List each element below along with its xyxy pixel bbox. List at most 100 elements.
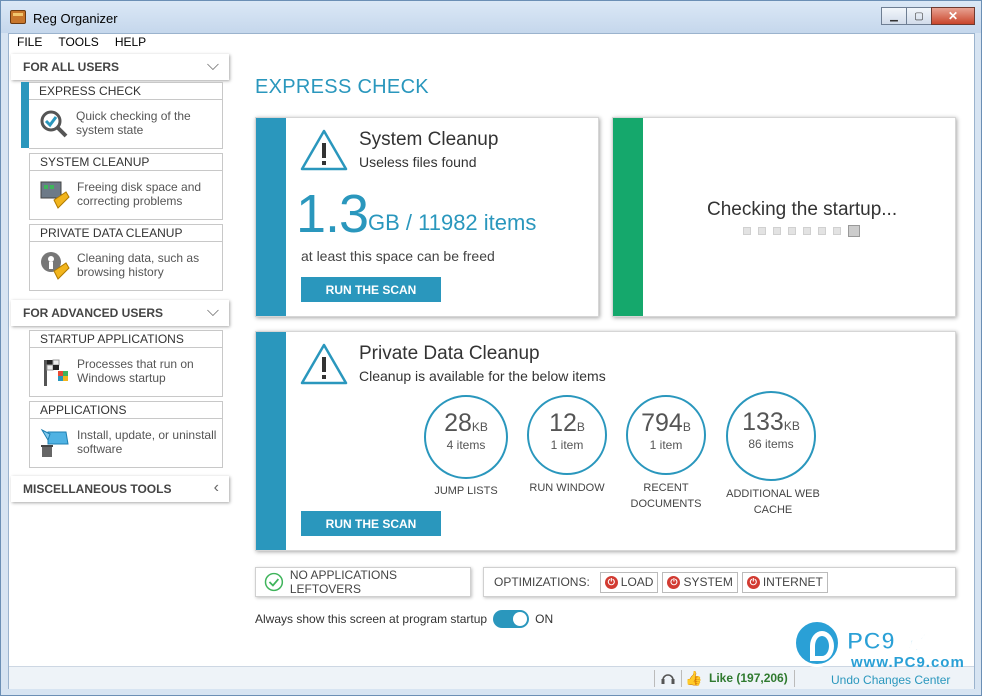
optimizations-bar: OPTIMIZATIONS: ⏻ LOAD ⏻ SYSTEM ⏻ INTERNET <box>483 567 956 597</box>
startup-toggle[interactable] <box>493 610 530 628</box>
headset-icon[interactable] <box>660 671 676 686</box>
sidebar: FOR ALL USERS ⌵ EXPRESS CHECK Quick chec… <box>9 52 249 652</box>
menu-file[interactable]: FILE <box>9 34 50 52</box>
item-count: 1 item <box>649 438 683 452</box>
broom-icon <box>40 181 70 209</box>
optimization-system-button[interactable]: ⏻ SYSTEM <box>662 571 738 593</box>
item-description: Processes that run on Windows startup <box>77 357 194 385</box>
divider <box>681 670 682 687</box>
item-description: Cleaning data, such as browsing history <box>77 251 200 279</box>
sidebar-item-private-data[interactable]: PRIVATE DATA CLEANUP Cleaning data, such… <box>29 224 223 291</box>
item-description: Freeing disk space and correcting proble… <box>77 180 202 208</box>
card-subheading: Useless files found <box>359 154 477 170</box>
watermark-text: PC9软件园 <box>847 628 969 656</box>
size-details: GB / 11982 items <box>368 210 537 235</box>
window-title: Reg Organizer <box>33 11 118 26</box>
magnifier-check-icon <box>40 110 68 138</box>
power-icon: ⏻ <box>667 575 681 589</box>
sidebar-item-applications[interactable]: APPLICATIONS Install, update, or uninsta… <box>29 401 223 468</box>
chevron-down-icon: ⌵ <box>206 57 219 74</box>
item-count: 4 items <box>446 438 486 452</box>
section-misc-tools[interactable]: MISCELLANEOUS TOOLS ‹ <box>11 476 229 502</box>
startup-check-card: Checking the startup... <box>612 117 956 317</box>
menu-bar: FILE TOOLS HELP <box>9 34 974 52</box>
active-indicator <box>21 82 29 148</box>
box-trash-icon <box>40 428 69 457</box>
window-controls: ▁ ▢ ✕ <box>881 7 975 25</box>
system-run-scan-button[interactable]: RUN THE SCAN <box>301 277 441 302</box>
chevron-down-icon: ⌵ <box>206 303 219 320</box>
power-icon: ⏻ <box>746 575 760 589</box>
item-description: Install, update, or uninstall software <box>77 428 217 456</box>
optimization-load-button[interactable]: ⏻ LOAD <box>599 571 659 593</box>
item-description: Quick checking of the system state <box>76 109 191 137</box>
section-label: MISCELLANEOUS TOOLS <box>23 482 172 496</box>
card-stripe <box>256 118 286 316</box>
leftovers-text: NO APPLICATIONS LEFTOVERS <box>289 568 397 596</box>
toggle-state: ON <box>535 612 554 626</box>
item-title: STARTUP APPLICATIONS <box>30 331 222 348</box>
sidebar-item-startup-applications[interactable]: STARTUP APPLICATIONS Processes that run … <box>29 330 223 397</box>
thumbs-up-icon: 👍 <box>685 670 703 686</box>
item-title: PRIVATE DATA CLEANUP <box>30 225 222 242</box>
watermark-url: www.PC9.com <box>851 654 965 671</box>
value: 794 <box>641 409 683 437</box>
divider <box>654 670 655 687</box>
space-note: at least this space can be freed <box>301 248 495 264</box>
card-heading: System Cleanup <box>359 129 499 150</box>
run-window-circle: 12B 1 item <box>527 395 607 475</box>
unit: KB <box>783 419 800 433</box>
progress-dots <box>743 225 867 237</box>
item-title: APPLICATIONS <box>30 402 222 419</box>
unit: B <box>682 420 691 434</box>
menu-help[interactable]: HELP <box>107 34 154 52</box>
private-run-scan-button[interactable]: RUN THE SCAN <box>301 511 441 536</box>
startup-toggle-row: Always show this screen at program start… <box>255 610 553 628</box>
menu-tools[interactable]: TOOLS <box>50 34 106 52</box>
button-label: INTERNET <box>762 575 823 589</box>
warning-icon <box>300 343 348 385</box>
warning-icon <box>300 129 348 171</box>
privacy-broom-icon <box>41 252 70 280</box>
title-bar[interactable]: Reg Organizer ▁ ▢ ✕ <box>1 1 981 33</box>
value: 28 <box>444 409 472 437</box>
section-label: FOR ALL USERS <box>23 60 120 74</box>
button-label: LOAD <box>620 575 654 589</box>
startup-status: Checking the startup... <box>707 199 898 220</box>
minimize-button[interactable]: ▁ <box>881 7 907 25</box>
power-icon: ⏻ <box>604 575 618 589</box>
card-stripe <box>256 332 286 550</box>
like-counter[interactable]: Like (197,206) <box>709 671 788 685</box>
optimizations-label: OPTIMIZATIONS: <box>494 575 590 589</box>
section-for-all-users[interactable]: FOR ALL USERS ⌵ <box>11 54 229 80</box>
jump-lists-circle: 28KB 4 items <box>424 395 508 479</box>
close-button[interactable]: ✕ <box>931 7 975 25</box>
app-window: Reg Organizer ▁ ▢ ✕ FILE TOOLS HELP FOR … <box>0 0 982 696</box>
optimization-internet-button[interactable]: ⏻ INTERNET <box>741 571 828 593</box>
web-cache-circle: 133KB 86 items <box>726 391 816 481</box>
watermark: PC9软件园 www.PC9.com <box>793 616 973 686</box>
unit: B <box>576 420 585 434</box>
check-circle-icon <box>264 572 284 592</box>
card-stripe <box>613 118 643 316</box>
unit: KB <box>471 420 488 434</box>
item-count: 1 item <box>550 438 584 452</box>
sidebar-item-express-check[interactable]: EXPRESS CHECK Quick checking of the syst… <box>29 82 223 149</box>
page-title: EXPRESS CHECK <box>255 76 429 98</box>
item-count: 86 items <box>748 437 794 451</box>
size-value: 1.3 <box>296 184 369 244</box>
value: 133 <box>742 408 784 436</box>
client-area: FILE TOOLS HELP FOR ALL USERS ⌵ EXPRESS … <box>8 33 975 689</box>
maximize-button[interactable]: ▢ <box>906 7 932 25</box>
item-title: EXPRESS CHECK <box>29 83 222 100</box>
card-subheading: Cleanup is available for the below items <box>359 368 606 384</box>
value: 12 <box>549 409 577 437</box>
card-heading: Private Data Cleanup <box>359 343 540 364</box>
sidebar-item-system-cleanup[interactable]: SYSTEM CLEANUP Freeing disk space and co… <box>29 153 223 220</box>
app-icon <box>10 10 26 24</box>
section-for-advanced-users[interactable]: FOR ADVANCED USERS ⌵ <box>11 300 229 326</box>
item-title: SYSTEM CLEANUP <box>30 154 222 171</box>
circle-label: JUMP LISTS <box>434 485 498 497</box>
chevron-left-icon: ‹ <box>213 479 219 496</box>
system-cleanup-card: System Cleanup Useless files found 1.3 G… <box>255 117 599 317</box>
